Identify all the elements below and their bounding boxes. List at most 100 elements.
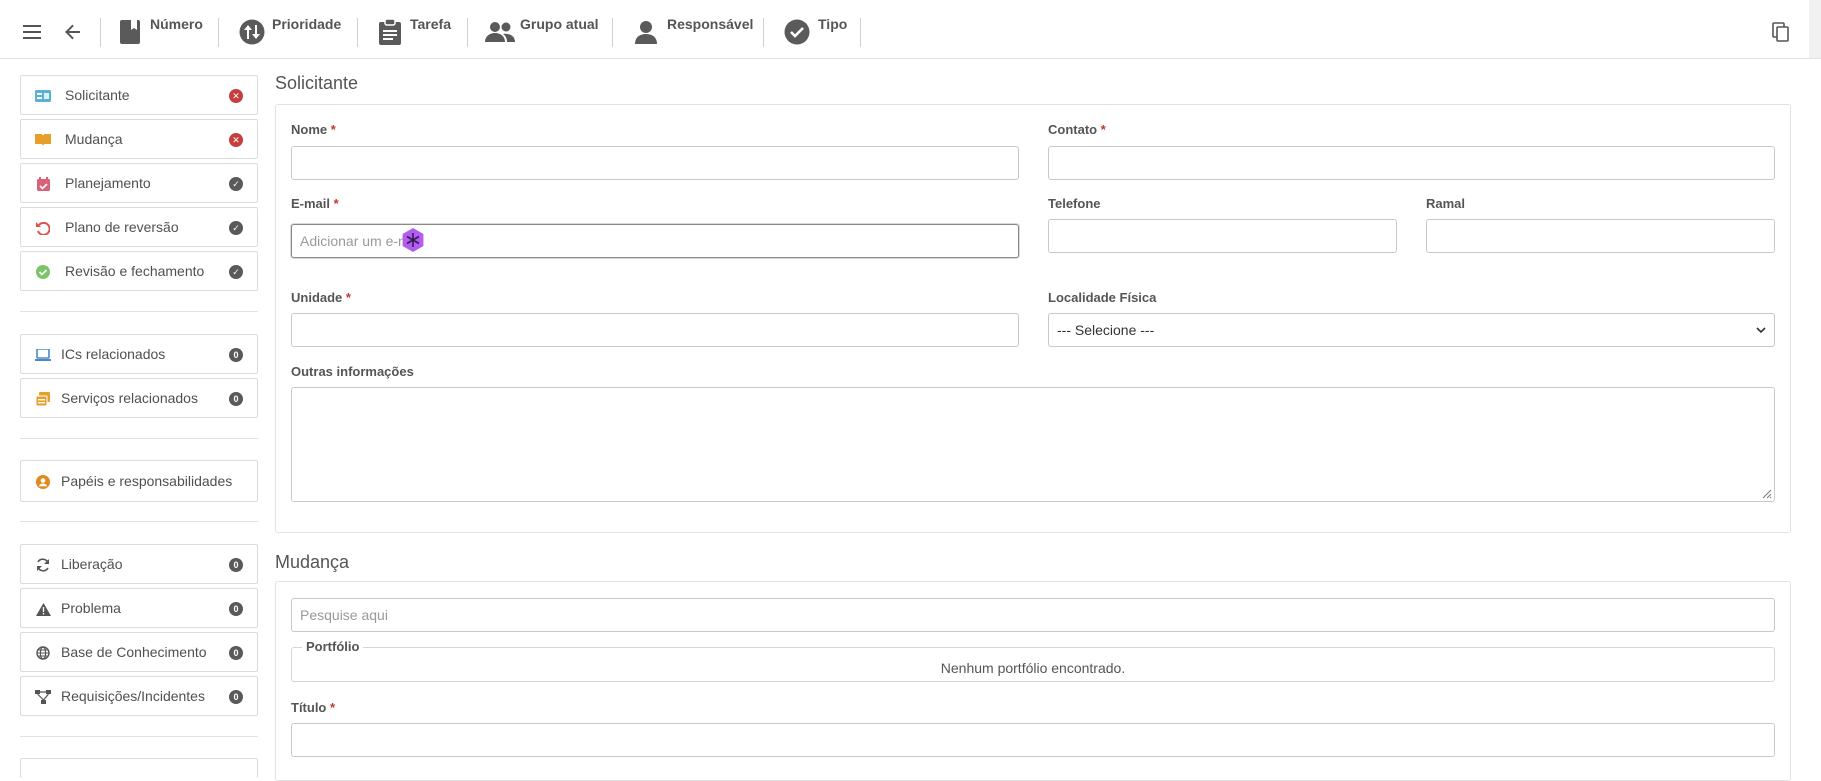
unidade-label: Unidade * xyxy=(291,290,351,305)
contato-label: Contato * xyxy=(1048,122,1106,137)
back-arrow-icon[interactable] xyxy=(59,18,87,46)
sidebar-divider xyxy=(20,311,258,312)
nome-label: Nome * xyxy=(291,122,336,137)
resize-handle-icon[interactable] xyxy=(1760,487,1772,499)
telefone-field[interactable] xyxy=(1048,219,1397,253)
check-icon: ✓ xyxy=(229,221,243,235)
sidebar-item-servicos-relacionados[interactable]: Serviços relacionados 0 xyxy=(20,378,258,418)
check-circle-icon xyxy=(35,264,51,280)
sidebar-item-base-conhecimento[interactable]: Base de Conhecimento 0 xyxy=(20,632,258,672)
sidebar-item-requisicoes-incidentes[interactable]: Requisições/Incidentes 0 xyxy=(20,676,258,716)
sidebar-item-solicitante[interactable]: Solicitante ✕ xyxy=(20,75,258,115)
laptop-icon xyxy=(35,347,51,363)
cursor-icon xyxy=(402,228,424,252)
check-circle-icon xyxy=(783,18,811,46)
titulo-label: Título * xyxy=(291,700,336,715)
section-title-mudanca: Mudança xyxy=(275,552,350,572)
services-icon xyxy=(35,391,51,407)
count-badge: 0 xyxy=(229,646,243,660)
sidebar-divider xyxy=(20,438,258,439)
error-icon: ✕ xyxy=(229,89,243,103)
toolbar-divider xyxy=(467,18,468,47)
clipboard-icon xyxy=(376,18,404,46)
sidebar-item-plano-reversao[interactable]: Plano de reversão ✓ xyxy=(20,207,258,247)
sidebar-item-ics-relacionados[interactable]: ICs relacionados 0 xyxy=(20,334,258,374)
sidebar-item-label: Plano de reversão xyxy=(65,219,179,235)
count-badge: 0 xyxy=(229,392,243,406)
sidebar-item-papeis-responsabilidades[interactable]: Papéis e responsabilidades xyxy=(20,460,258,502)
toolbar-prioridade[interactable]: Prioridade xyxy=(238,14,348,48)
localidade-label: Localidade Física xyxy=(1048,290,1157,305)
sidebar-item-label: Requisições/Incidentes xyxy=(61,688,205,704)
group-icon xyxy=(484,18,516,46)
error-icon: ✕ xyxy=(229,133,243,147)
sidebar-item-mudanca[interactable]: Mudança ✕ xyxy=(20,119,258,159)
toolbar-divider xyxy=(357,18,358,47)
toolbar-tarefa-label: Tarefa xyxy=(410,16,451,32)
priority-arrows-icon xyxy=(238,18,266,46)
toolbar-tipo[interactable]: Tipo xyxy=(783,14,863,48)
portfolio-legend: Portfólio xyxy=(302,639,364,654)
section-title-solicitante: Solicitante xyxy=(275,73,359,93)
person-icon xyxy=(632,18,660,46)
sidebar-item-planejamento[interactable]: Planejamento ✓ xyxy=(20,163,258,203)
telefone-label: Telefone xyxy=(1048,196,1101,211)
toolbar-responsavel-label: Responsável xyxy=(667,16,754,32)
sidebar-item-liberacao[interactable]: Liberação 0 xyxy=(20,544,258,584)
ramal-label: Ramal xyxy=(1426,196,1466,211)
search-input[interactable]: Pesquise aqui xyxy=(291,598,1775,632)
sidebar-item-problema[interactable]: Problema 0 xyxy=(20,588,258,628)
toolbar-tarefa[interactable]: Tarefa xyxy=(376,14,466,48)
sidebar-item-label: Problema xyxy=(61,600,121,616)
toolbar-divider xyxy=(612,18,613,47)
undo-icon xyxy=(35,220,51,236)
sidebar-item-label: Planejamento xyxy=(65,175,151,191)
count-badge: 0 xyxy=(229,348,243,362)
ramal-field[interactable] xyxy=(1426,219,1775,253)
mudanca-panel: Pesquise aqui Portfólio Nenhum portfólio… xyxy=(275,581,1791,781)
toolbar-numero[interactable]: Número xyxy=(116,14,216,48)
titulo-field[interactable] xyxy=(291,723,1775,757)
menu-icon[interactable] xyxy=(18,18,46,46)
contato-field[interactable] xyxy=(1048,146,1775,180)
sidebar-item-revisao-fechamento[interactable]: Revisão e fechamento ✓ xyxy=(20,251,258,291)
toolbar-divider xyxy=(100,18,101,47)
scrollbar[interactable] xyxy=(1809,0,1821,58)
toolbar-responsavel[interactable]: Responsável xyxy=(632,14,757,48)
search-placeholder: Pesquise aqui xyxy=(300,607,388,623)
sidebar-item-label: Mudança xyxy=(65,131,123,147)
portfolio-fieldset: Portfólio Nenhum portfólio encontrado. xyxy=(291,639,1775,682)
sidebar-divider xyxy=(20,736,258,737)
toolbar-grupo-atual-label: Grupo atual xyxy=(520,16,599,32)
chevron-down-icon xyxy=(1756,327,1766,334)
warning-icon xyxy=(35,601,51,617)
sitemap-icon xyxy=(35,689,51,705)
sidebar-item-label: Solicitante xyxy=(65,87,130,103)
check-icon: ✓ xyxy=(229,265,243,279)
id-card-icon xyxy=(35,88,51,104)
toolbar-tipo-label: Tipo xyxy=(818,16,848,32)
bookmark-icon xyxy=(116,18,144,46)
solicitante-panel: Nome * Contato * E-mail * Adicionar um e… xyxy=(275,104,1791,533)
copy-icon[interactable] xyxy=(1767,18,1795,46)
globe-icon xyxy=(35,645,51,661)
toolbar-grupo-atual[interactable]: Grupo atual xyxy=(484,14,609,48)
count-badge: 0 xyxy=(229,558,243,572)
top-toolbar: Número Prioridade Tarefa Grupo atual Res… xyxy=(0,0,1821,59)
book-open-icon xyxy=(35,132,51,148)
localidade-select[interactable]: --- Selecione --- xyxy=(1048,313,1775,347)
sidebar-item-next[interactable] xyxy=(20,758,258,778)
portfolio-empty-message: Nenhum portfólio encontrado. xyxy=(940,660,1126,676)
sidebar-divider xyxy=(20,521,258,522)
check-icon: ✓ xyxy=(229,177,243,191)
sidebar-item-label: Base de Conhecimento xyxy=(61,644,207,660)
user-circle-icon xyxy=(35,474,51,490)
outras-informacoes-textarea[interactable] xyxy=(291,387,1775,502)
sync-icon xyxy=(35,557,51,573)
outras-informacoes-label: Outras informações xyxy=(291,364,414,379)
count-badge: 0 xyxy=(229,690,243,704)
nome-field[interactable] xyxy=(291,146,1019,180)
email-placeholder: Adicionar um e-m xyxy=(300,233,410,249)
unidade-field[interactable] xyxy=(291,313,1019,347)
email-label: E-mail * xyxy=(291,196,339,211)
